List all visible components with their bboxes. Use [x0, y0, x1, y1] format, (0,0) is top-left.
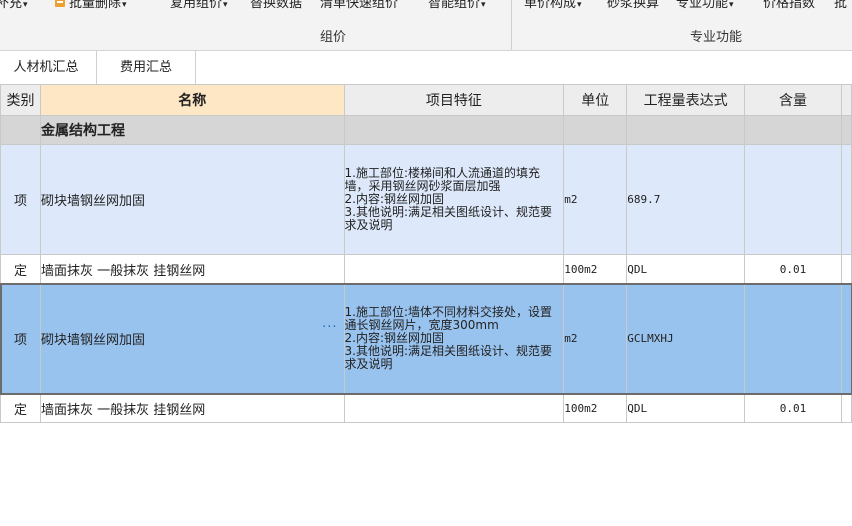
cell-expression[interactable] [626, 115, 746, 145]
cell-name[interactable]: 墙面抹灰 一般抹灰 挂钢丝网 [39, 393, 345, 423]
cell-unit[interactable] [563, 115, 628, 145]
cell-unit[interactable]: 100m2 [563, 254, 628, 284]
cell-extra [840, 254, 852, 284]
cell-extra [840, 283, 852, 394]
name-wrap: 砌块墙钢丝网加固 ··· [40, 320, 343, 348]
table-row-section[interactable]: 金属结构工程 [0, 115, 852, 145]
cell-name-text: 砌块墙钢丝网加固 [40, 333, 145, 348]
batch-button[interactable]: 批 [834, 0, 847, 11]
cell-type[interactable] [0, 115, 41, 145]
smart-pricing-button[interactable]: 智能组价▾ [428, 0, 486, 11]
cell-type[interactable]: 定 [0, 393, 41, 423]
cell-unit[interactable]: 100m2 [563, 393, 628, 423]
cell-extra [840, 393, 852, 423]
group-label-pricing: 组价 [320, 30, 347, 45]
professional-function-button[interactable]: 专业功能▾ [676, 0, 734, 11]
cell-feature[interactable] [343, 393, 565, 423]
cell-name[interactable]: 砌块墙钢丝网加固 ··· [39, 283, 345, 394]
cell-name[interactable]: 砌块墙钢丝网加固 [39, 144, 345, 255]
cell-expression[interactable]: GCLMXHJ [626, 283, 746, 394]
reuse-pricing-button[interactable]: 复用组价▾ [170, 0, 228, 11]
replace-data-button[interactable]: 替换数据 [250, 0, 302, 11]
quick-list-pricing-button[interactable]: 清单快速组价 [320, 0, 398, 11]
ribbon-group-separator [511, 0, 512, 50]
col-header-quantity-expression[interactable]: 工程量表达式 [626, 84, 746, 116]
cell-feature[interactable]: 1.施工部位:楼梯间和人流通道的填充墙，采用钢丝网砂浆面层加强 2.内容:钢丝网… [343, 144, 565, 255]
col-header-type[interactable]: 类别 [0, 84, 41, 116]
bottom-tab-bar: 人材机汇总 费用汇总 [0, 51, 852, 85]
cell-type[interactable]: 项 [0, 283, 41, 394]
cell-extra [840, 115, 852, 145]
cell-expression[interactable]: QDL [626, 254, 746, 284]
cell-content[interactable] [744, 283, 842, 394]
tab-fee-summary[interactable]: 费用汇总 [97, 51, 196, 84]
col-header-unit[interactable]: 单位 [563, 84, 628, 116]
col-header-feature[interactable]: 项目特征 [343, 84, 565, 116]
feature-text: 1.施工部位:墙体不同材料交接处，设置通长钢丝网片，宽度300mm 2.内容:钢… [344, 305, 553, 371]
cell-unit[interactable]: m2 [563, 283, 628, 394]
cell-feature[interactable] [343, 254, 565, 284]
mortar-conversion-button[interactable]: 砂浆换算 [607, 0, 659, 11]
more-ellipsis-icon[interactable]: ··· [322, 320, 337, 335]
cell-content[interactable]: 0.01 [744, 393, 842, 423]
cell-unit[interactable]: m2 [563, 144, 628, 255]
cell-type[interactable]: 项 [0, 144, 41, 255]
cell-content[interactable] [744, 115, 842, 145]
feature-text: 1.施工部位:楼梯间和人流通道的填充墙，采用钢丝网砂浆面层加强 2.内容:钢丝网… [344, 166, 553, 232]
tab-material-summary[interactable]: 人材机汇总 [0, 51, 97, 84]
ribbon-toolbar: 补充▾ 批量删除▾ 复用组价▾ 替换数据 清单快速组价 智能组价▾ 单价构成▾ … [0, 0, 852, 51]
cell-type[interactable]: 定 [0, 254, 41, 284]
batch-delete-button[interactable]: 批量删除▾ [54, 0, 127, 11]
col-header-content[interactable]: 含量 [744, 84, 842, 116]
cell-expression[interactable]: 689.7 [626, 144, 746, 255]
cell-content[interactable] [744, 144, 842, 255]
price-index-button[interactable]: 价格指数 [763, 0, 815, 11]
cell-feature[interactable] [343, 115, 565, 145]
cell-feature[interactable]: 1.施工部位:墙体不同材料交接处，设置通长钢丝网片，宽度300mm 2.内容:钢… [343, 283, 565, 394]
grid-header-row: 类别 名称 项目特征 单位 工程量表达式 含量 [0, 84, 852, 116]
cell-name[interactable]: 墙面抹灰 一般抹灰 挂钢丝网 [39, 254, 345, 284]
batch-delete-icon [55, 0, 65, 7]
table-row-item-selected[interactable]: 项 砌块墙钢丝网加固 ··· 1.施工部位:墙体不同材料交接处，设置通长钢丝网片… [0, 282, 852, 395]
bill-of-quantities-grid: 类别 名称 项目特征 单位 工程量表达式 含量 金属结构工程 项 砌块墙钢丝网加… [0, 84, 852, 423]
table-row-item[interactable]: 项 砌块墙钢丝网加固 1.施工部位:楼梯间和人流通道的填充墙，采用钢丝网砂浆面层… [0, 144, 852, 255]
group-label-professional: 专业功能 [690, 30, 743, 45]
cell-extra [840, 144, 852, 255]
col-header-name[interactable]: 名称 [39, 84, 345, 116]
unit-price-composition-button[interactable]: 单价构成▾ [524, 0, 582, 11]
col-header-extra [840, 84, 852, 116]
table-row-quota[interactable]: 定 墙面抹灰 一般抹灰 挂钢丝网 100m2 QDL 0.01 [0, 393, 852, 423]
cell-content[interactable]: 0.01 [744, 254, 842, 284]
supplement-button[interactable]: 补充▾ [0, 0, 28, 11]
cell-expression[interactable]: QDL [626, 393, 746, 423]
cell-name[interactable]: 金属结构工程 [39, 115, 345, 145]
table-row-quota[interactable]: 定 墙面抹灰 一般抹灰 挂钢丝网 100m2 QDL 0.01 [0, 254, 852, 284]
